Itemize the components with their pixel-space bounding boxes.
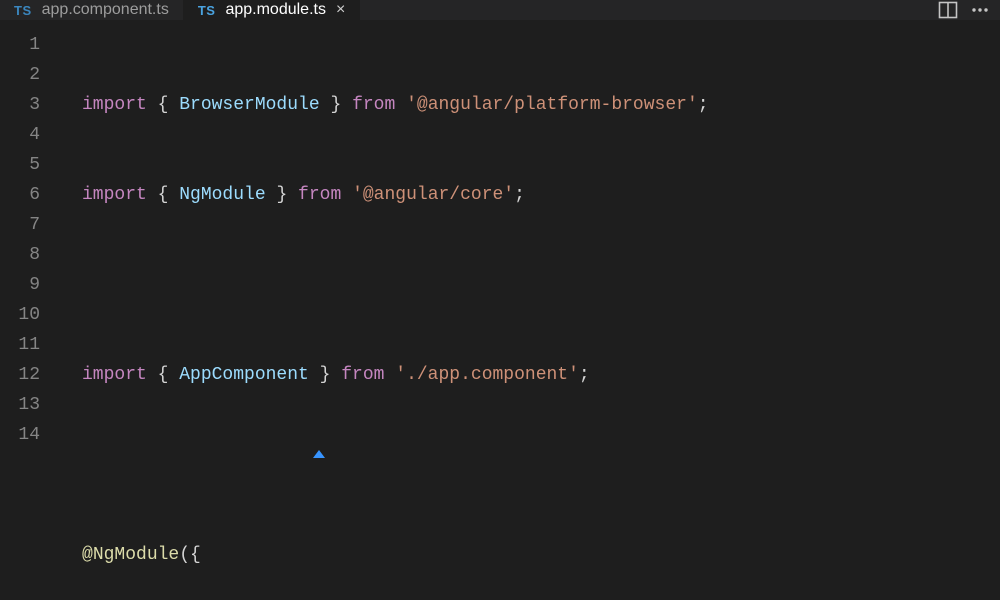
typescript-icon: TS	[14, 3, 32, 18]
tab-label: app.component.ts	[42, 1, 169, 19]
more-actions-icon[interactable]	[970, 0, 990, 20]
typescript-icon: TS	[198, 3, 216, 18]
tab-app-component[interactable]: TS app.component.ts	[0, 0, 184, 20]
code-line[interactable]: @NgModule({	[62, 540, 1000, 570]
tabbar-actions	[928, 0, 1000, 20]
code-content[interactable]: import { BrowserModule } from '@angular/…	[62, 20, 1000, 600]
code-line[interactable]: import { NgModule } from '@angular/core'…	[62, 180, 1000, 210]
tab-label: app.module.ts	[225, 1, 326, 19]
editor-window: TS app.component.ts TS app.module.ts × 1…	[0, 0, 1000, 600]
tab-bar: TS app.component.ts TS app.module.ts ×	[0, 0, 1000, 20]
close-tab-icon[interactable]: ×	[336, 1, 345, 19]
code-editor[interactable]: 1 2 3 4 5 6 7 8 9 10 11 12 13 14 import …	[0, 20, 1000, 600]
code-line[interactable]	[62, 450, 1000, 480]
code-line[interactable]	[62, 270, 1000, 300]
tabbar-spacer	[360, 0, 928, 20]
tab-app-module[interactable]: TS app.module.ts ×	[184, 0, 360, 20]
line-number-gutter: 1 2 3 4 5 6 7 8 9 10 11 12 13 14	[0, 20, 62, 600]
split-editor-icon[interactable]	[938, 0, 958, 20]
code-line[interactable]: import { AppComponent } from './app.comp…	[62, 360, 1000, 390]
code-line[interactable]: import { BrowserModule } from '@angular/…	[62, 90, 1000, 120]
caret-indicator-icon	[313, 450, 325, 458]
